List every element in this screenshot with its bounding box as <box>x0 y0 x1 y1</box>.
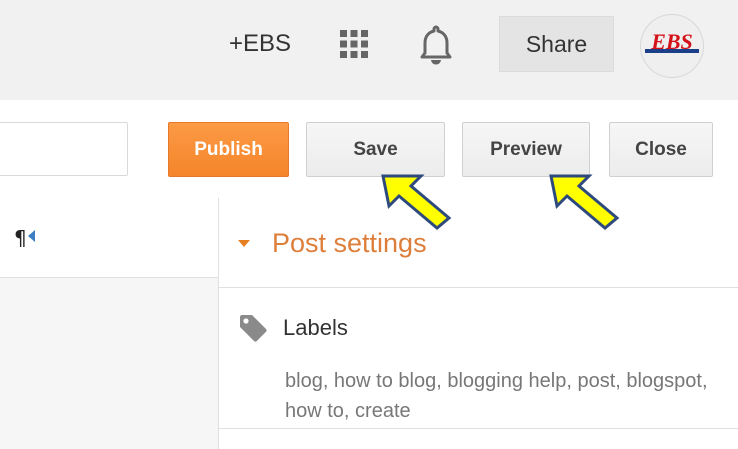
post-settings-header[interactable]: Post settings <box>219 198 738 288</box>
post-settings-panel: Post settings Labels blog, how to blog, … <box>219 198 738 449</box>
google-top-bar: +EBS Share EBS <box>0 0 738 100</box>
caret-down-icon <box>238 240 250 247</box>
editor-body[interactable] <box>0 278 218 449</box>
close-button[interactable]: Close <box>609 122 713 177</box>
post-settings-title: Post settings <box>272 228 427 258</box>
share-button[interactable]: Share <box>499 16 614 72</box>
labels-value[interactable]: blog, how to blog, blogging help, post, … <box>285 366 715 426</box>
rtl-arrow-icon <box>28 230 35 242</box>
post-editor-toolbar: Publish Save Preview Close <box>0 100 738 199</box>
avatar-text: EBS <box>650 29 693 54</box>
annotation-arrow-icon <box>549 174 620 230</box>
post-title-input[interactable] <box>0 122 128 176</box>
annotation-arrow-icon <box>381 174 452 230</box>
avatar[interactable]: EBS <box>640 14 704 78</box>
google-plus-profile-link[interactable]: +EBS <box>229 30 291 58</box>
tag-icon <box>240 315 267 342</box>
divider <box>219 428 738 429</box>
ebs-logo: EBS <box>645 29 699 54</box>
editor-pane: ¶ <box>0 198 219 449</box>
save-button[interactable]: Save <box>306 122 445 177</box>
format-toolbar: ¶ <box>0 198 218 278</box>
preview-button[interactable]: Preview <box>462 122 590 177</box>
bell-icon[interactable] <box>418 24 454 66</box>
paragraph-direction-icon[interactable]: ¶ <box>14 226 27 250</box>
publish-button[interactable]: Publish <box>168 122 289 177</box>
labels-heading[interactable]: Labels <box>283 315 348 341</box>
apps-grid-icon[interactable] <box>338 28 370 60</box>
